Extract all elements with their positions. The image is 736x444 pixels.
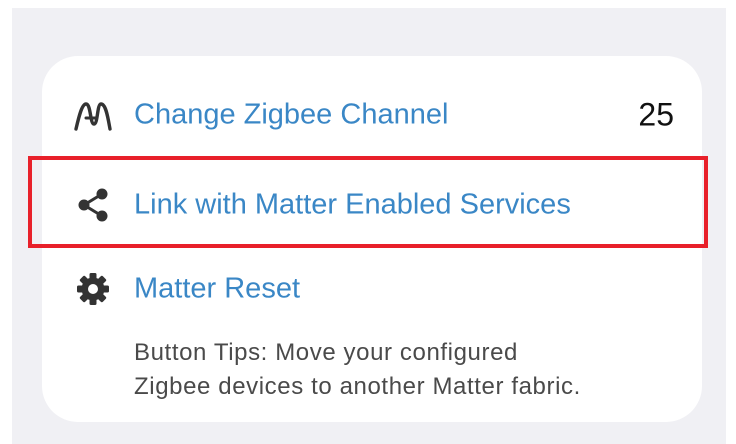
link-matter-services-label: Link with Matter Enabled Services: [134, 188, 571, 221]
tips-line-1: Button Tips: Move your configured: [134, 339, 518, 366]
matter-reset-label: Matter Reset: [134, 272, 300, 305]
zigbee-icon: [72, 94, 114, 136]
change-zigbee-channel-label: Change Zigbee Channel: [134, 98, 449, 131]
tips-line-2: Zigbee devices to another Matter fabric.: [134, 373, 581, 400]
share-icon: [72, 184, 114, 226]
settings-card: Change Zigbee Channel 25 Link with Matte…: [42, 56, 702, 422]
matter-reset-row[interactable]: Matter Reset: [42, 250, 702, 328]
gear-icon: [72, 268, 114, 310]
link-matter-services-row[interactable]: Link with Matter Enabled Services: [42, 160, 702, 250]
change-zigbee-channel-row[interactable]: Change Zigbee Channel 25: [42, 70, 702, 160]
button-tips-text: Button Tips: Move your configured Zigbee…: [134, 336, 694, 404]
zigbee-channel-value: 25: [638, 96, 674, 133]
